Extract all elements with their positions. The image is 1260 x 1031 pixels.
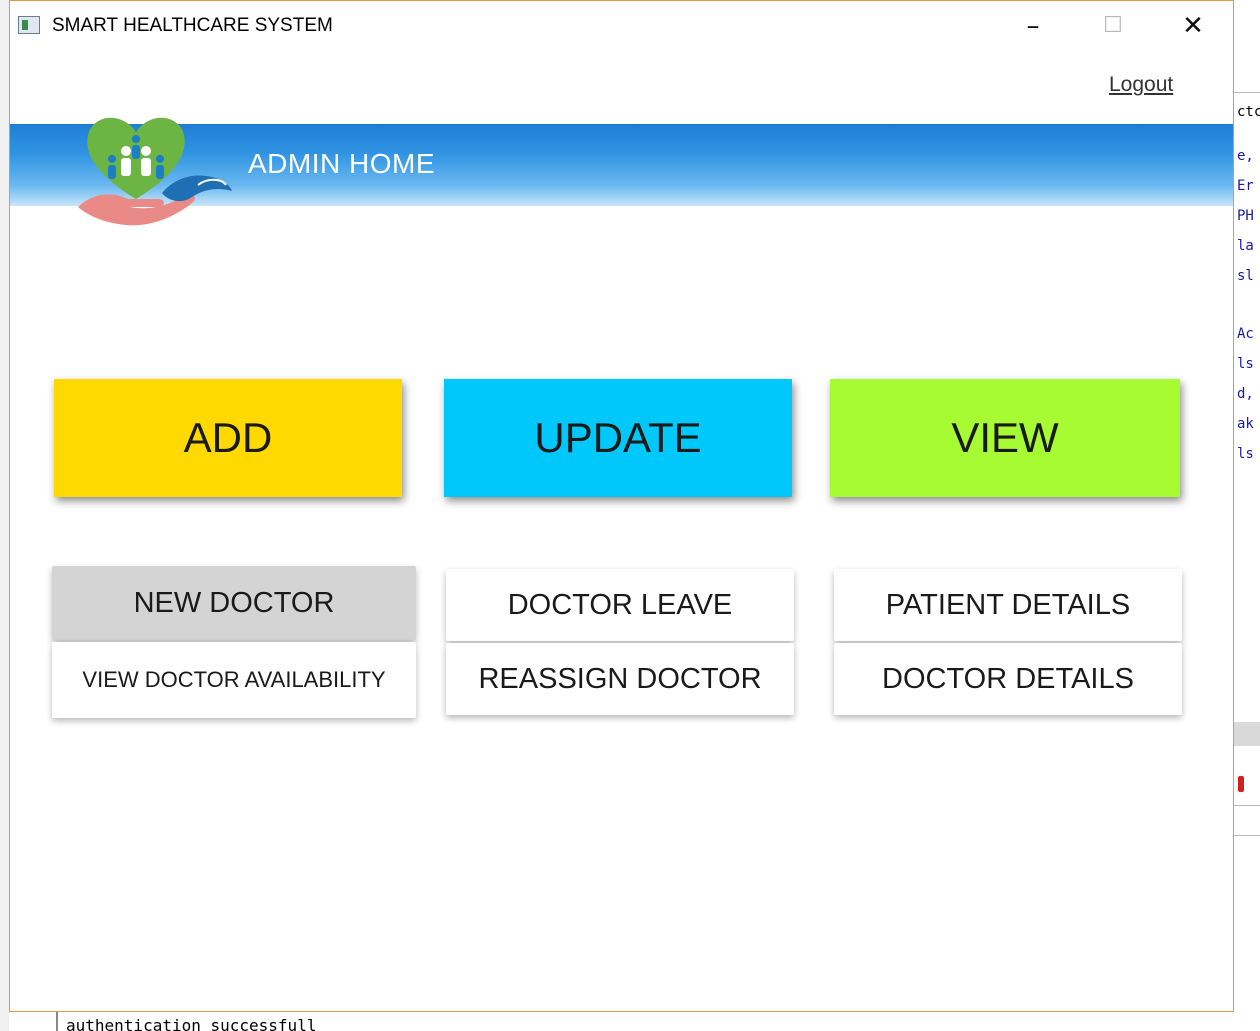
- error-marker-icon: [1238, 776, 1244, 792]
- editor-fragment: ctc: [1237, 104, 1260, 120]
- patient-details-button[interactable]: PATIENT DETAILS: [834, 569, 1182, 641]
- editor-fragment: d,: [1237, 386, 1254, 402]
- reassign-doctor-button[interactable]: REASSIGN DOCTOR: [446, 643, 794, 715]
- logout-link[interactable]: Logout: [1109, 73, 1173, 97]
- close-button[interactable]: ✕: [1170, 9, 1216, 43]
- app-window: SMART HEALTHCARE SYSTEM – ☐ ✕ Logout ADM…: [9, 0, 1234, 1012]
- editor-fragment: la: [1237, 238, 1254, 254]
- background-code-editor: ctc e, Er PH la sl Ac ls d, ak ls: [1234, 0, 1260, 1031]
- minimize-button[interactable]: –: [1010, 9, 1056, 43]
- editor-fragment: e,: [1237, 148, 1254, 164]
- editor-fragment: Er: [1237, 178, 1254, 194]
- title-bar[interactable]: SMART HEALTHCARE SYSTEM – ☐ ✕: [10, 1, 1233, 51]
- console-output: authentication successfull: [66, 1016, 317, 1031]
- editor-fragment: PH: [1237, 208, 1254, 224]
- new-doctor-button[interactable]: NEW DOCTOR: [52, 566, 416, 640]
- editor-fragment: Ac: [1237, 326, 1254, 342]
- page-title: ADMIN HOME: [248, 148, 435, 179]
- update-button[interactable]: UPDATE: [444, 379, 792, 497]
- healthcare-logo-icon: [78, 117, 232, 226]
- maximize-button[interactable]: ☐: [1090, 9, 1136, 43]
- editor-fragment: ak: [1237, 416, 1254, 432]
- editor-fragment: sl: [1237, 268, 1254, 284]
- window-title: SMART HEALTHCARE SYSTEM: [52, 15, 333, 36]
- application-icon: [18, 16, 40, 34]
- background-console: authentication successfull: [48, 1012, 448, 1031]
- background-desktop-edge: [0, 0, 9, 1031]
- view-button[interactable]: VIEW: [830, 379, 1180, 497]
- editor-fragment: ls: [1237, 356, 1254, 372]
- editor-fragment: ls: [1237, 446, 1254, 462]
- view-doctor-availability-button[interactable]: VIEW DOCTOR AVAILABILITY: [52, 642, 416, 718]
- doctor-details-button[interactable]: DOCTOR DETAILS: [834, 643, 1182, 715]
- editor-scrollbar[interactable]: [1234, 722, 1260, 746]
- add-button[interactable]: ADD: [54, 379, 402, 497]
- doctor-leave-button[interactable]: DOCTOR LEAVE: [446, 569, 794, 641]
